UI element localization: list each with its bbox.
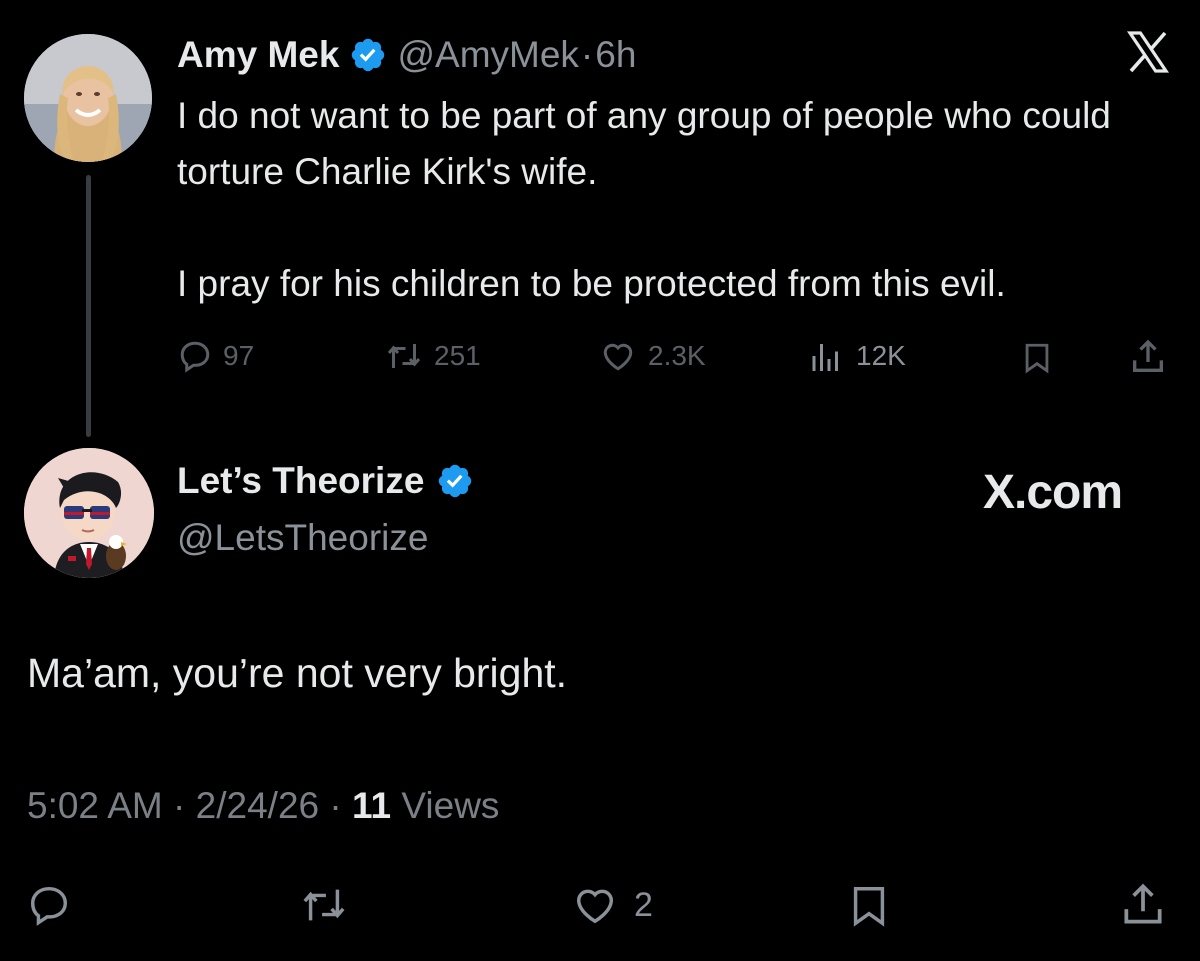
repost-count: 251 [434, 340, 481, 371]
reply-button[interactable] [26, 882, 72, 928]
tweet-views-count: 11 [352, 785, 392, 826]
reply-count: 97 [223, 340, 255, 371]
meta-separator: · [173, 785, 186, 826]
share-icon [1124, 883, 1162, 924]
views-count: 12K [856, 340, 906, 371]
amy-mek-avatar[interactable] [24, 34, 152, 162]
avatar-image [24, 34, 152, 162]
tweet-date[interactable]: 2/24/26 [196, 785, 319, 826]
x-logo-icon [1124, 28, 1172, 76]
views-icon [812, 344, 838, 371]
verified-badge-icon [436, 462, 474, 500]
like-count: 2.3K [648, 340, 706, 371]
share-button[interactable] [1128, 337, 1168, 377]
tweet-views-label: Views [401, 785, 500, 826]
parent-time-ago[interactable]: 6h [595, 34, 636, 76]
tweet-meta-line: 5:02 AM · 2/24/26 · 11 Views [27, 785, 499, 827]
reply-icon [30, 886, 68, 926]
share-icon [1133, 339, 1163, 372]
like-button[interactable]: 2.3K [598, 338, 706, 374]
parent-tweet-body: I do not want to be part of any group of… [177, 95, 1111, 304]
reply-tweet-text: Ma’am, you’re not very bright. [27, 650, 568, 696]
reply-tweet-header: Let’s Theorize [177, 460, 474, 502]
parent-author-name[interactable]: Amy Mek [177, 34, 339, 76]
parent-tweet-header: Amy Mek @AmyMek · 6h [177, 30, 636, 80]
reply-author-name[interactable]: Let’s Theorize [177, 460, 424, 502]
repost-icon [387, 344, 421, 368]
bookmark-button[interactable] [846, 882, 892, 930]
bookmark-button[interactable] [1020, 340, 1054, 376]
reply-icon [180, 341, 210, 373]
meta-separator: · [580, 34, 594, 75]
bookmark-icon [853, 887, 885, 927]
share-button[interactable] [1118, 880, 1168, 930]
reply-author-handle[interactable]: @LetsTheorize [177, 517, 428, 559]
reply-button[interactable]: 97 [177, 338, 254, 374]
repost-button[interactable] [296, 882, 352, 928]
heart-icon [603, 343, 633, 371]
repost-button[interactable]: 251 [384, 338, 481, 374]
repost-icon [303, 889, 345, 921]
bookmark-icon [1025, 343, 1049, 374]
meta-separator: · [329, 785, 342, 826]
heart-icon [576, 889, 614, 924]
verified-badge-icon [349, 36, 387, 74]
lets-theorize-avatar[interactable] [24, 448, 154, 578]
x-com-watermark: X.com [983, 466, 1123, 519]
like-button[interactable]: 2 [570, 882, 653, 928]
like-count: 2 [634, 885, 653, 924]
avatar-image [24, 448, 154, 578]
thread-connector-line [86, 175, 91, 437]
tweet-time[interactable]: 5:02 AM [27, 785, 163, 826]
views-button[interactable]: 12K [806, 338, 906, 374]
parent-author-handle[interactable]: @AmyMek [397, 34, 578, 76]
parent-tweet-text: I do not want to be part of any group of… [177, 88, 1177, 312]
